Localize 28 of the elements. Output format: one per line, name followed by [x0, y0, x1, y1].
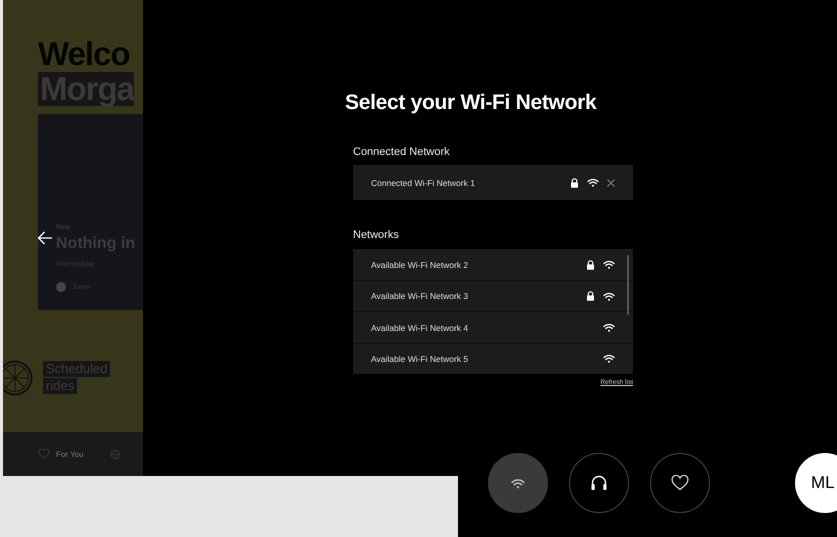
network-row[interactable]: Available Wi-Fi Network 3 — [353, 280, 633, 312]
network-name: Available Wi-Fi Network 2 — [371, 260, 470, 270]
favorites-button[interactable] — [650, 453, 710, 513]
network-name: Connected Wi-Fi Network 1 — [371, 178, 476, 188]
headphones-icon — [590, 474, 608, 492]
profile-avatar[interactable]: ML — [795, 453, 837, 513]
close-icon[interactable] — [607, 178, 615, 186]
section-heading: Connected Network — [353, 145, 451, 159]
wifi-icon — [511, 478, 525, 488]
scrollbar[interactable] — [627, 255, 629, 315]
globe-icon[interactable] — [110, 448, 121, 460]
nav-item[interactable]: For You — [56, 450, 84, 458]
wifi-icon — [603, 323, 615, 332]
wifi-icon — [603, 354, 615, 364]
dialog-title: Select your Wi-Fi Network — [345, 90, 598, 116]
network-name: Available Wi-Fi Network 5 — [371, 354, 470, 364]
headphones-button[interactable] — [569, 453, 629, 513]
back-arrow-icon[interactable] — [37, 231, 53, 245]
wifi-icon — [603, 260, 615, 270]
heart-icon — [671, 475, 689, 491]
section-heading: Networks — [353, 228, 400, 242]
heart-icon[interactable] — [38, 449, 50, 459]
network-row[interactable]: Connected Wi-Fi Network 1 — [353, 165, 633, 200]
wifi-icon — [603, 292, 615, 301]
avatar-circle — [56, 282, 66, 292]
network-name: Available Wi-Fi Network 4 — [371, 322, 470, 333]
network-name: Available Wi-Fi Network 3 — [371, 291, 470, 302]
wifi-icon — [587, 178, 599, 187]
